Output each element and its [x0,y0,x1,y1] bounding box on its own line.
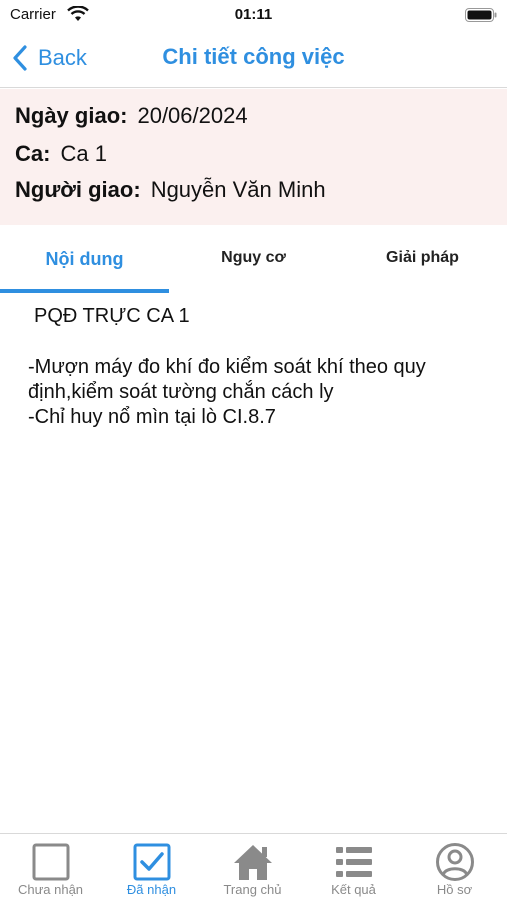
shift-value: Ca 1 [60,141,107,166]
tab-nguy-co[interactable]: Nguy cơ [169,232,338,294]
tab-bar-label: Trang chủ [223,882,282,897]
content-title: PQĐ TRỰC CA 1 [34,305,190,327]
page-title: Chi tiết công việc [162,44,345,69]
tab-giai-phap[interactable]: Giải pháp [338,232,507,294]
status-time: 01:11 [234,6,273,23]
status-bar: Carrier 01:11 [0,0,507,30]
assigner-value: Nguyễn Văn Minh [150,177,326,202]
checkbox-empty-icon [32,843,69,881]
tab-bar-label: Chưa nhận [17,882,84,897]
content-body: -Mượn máy đo khí đo kiểm soát khí theo q… [28,356,426,428]
tab-bar-ho-so[interactable]: Hồ sơ [404,834,505,900]
bottom-tab-bar: Chưa nhận Đã nhận Trang chủ Kết quả Hồ s… [0,833,507,900]
shift-label: Ca: [15,141,51,166]
tab-bar-ket-qua[interactable]: Kết quả [303,834,404,900]
tab-bar-chua-nhan[interactable]: Chưa nhận [0,834,101,900]
task-info-panel: Ngày giao: 20/06/2024 Ca: Ca 1 Người giao:… [0,89,507,225]
tab-bar-label: Kết quả [331,882,376,897]
content-tabs: Nội dung Nguy cơ Giải pháp [0,232,507,294]
tab-bar-trang-chu[interactable]: Trang chủ [202,834,303,900]
list-icon [335,847,372,877]
tab-bar-da-nhan[interactable]: Đã nhận [101,834,202,900]
assigner-label: Người giao: [15,177,141,202]
profile-icon [435,843,474,881]
home-icon [233,845,272,880]
checkbox-checked-icon [133,843,170,881]
tab-bar-label: Đã nhận [126,882,177,897]
active-tab-indicator [0,289,169,293]
assigned-date-value: 20/06/2024 [137,103,248,128]
shift-row: Ca: Ca 1 [15,141,107,167]
battery-icon [465,8,497,22]
assigned-date-row: Ngày giao: 20/06/2024 [15,103,248,129]
tab-bar-label: Hồ sơ [436,882,473,897]
tab-noi-dung[interactable]: Nội dung [0,232,169,294]
navigation-bar: Back Chi tiết công việc [0,30,507,88]
assigner-row: Người giao: Nguyễn Văn Minh [15,177,326,203]
assigned-date-label: Ngày giao: [15,103,128,128]
